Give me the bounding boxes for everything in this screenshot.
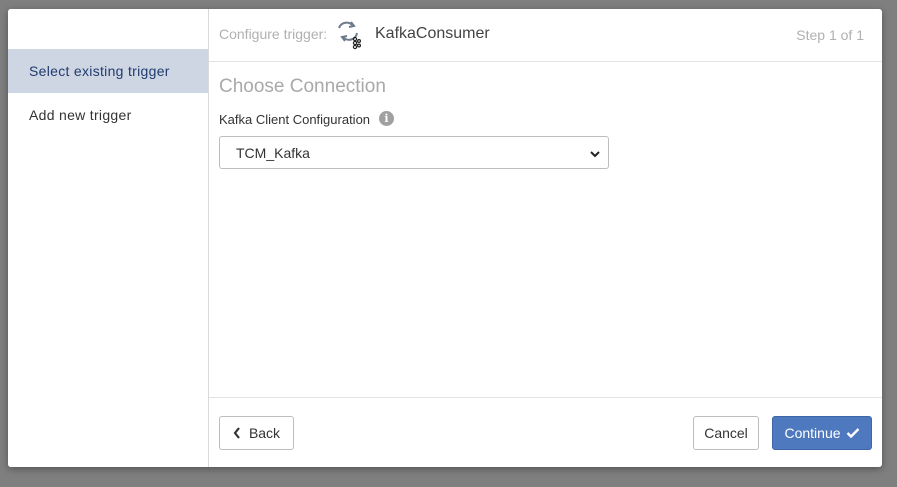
continue-button-label: Continue (784, 425, 841, 441)
chevron-left-icon (233, 427, 241, 439)
select-value: TCM_Kafka (236, 145, 310, 161)
dialog-header: Configure trigger: KafkaConsumer Step 1 … (209, 9, 882, 62)
kafka-trigger-icon (331, 20, 365, 50)
cancel-button-label: Cancel (704, 425, 748, 441)
back-button[interactable]: Back (219, 416, 294, 450)
sidebar: Select existing trigger Add new trigger (8, 9, 209, 467)
kafka-client-configuration-select[interactable]: TCM_Kafka (219, 136, 609, 169)
main-panel: Configure trigger: KafkaConsumer Step 1 … (209, 9, 882, 467)
chevron-down-icon (589, 147, 601, 159)
step-indicator: Step 1 of 1 (796, 27, 864, 43)
info-icon[interactable]: i (379, 111, 394, 126)
configure-trigger-label: Configure trigger: (219, 26, 328, 42)
cancel-button[interactable]: Cancel (693, 416, 759, 450)
dialog-footer: Back Cancel Continue (209, 397, 882, 467)
back-button-label: Back (248, 425, 281, 441)
section-title: Choose Connection (219, 76, 386, 97)
trigger-name: KafkaConsumer (375, 25, 490, 42)
sidebar-item-select-existing-trigger[interactable]: Select existing trigger (8, 49, 208, 93)
continue-button[interactable]: Continue (772, 416, 872, 450)
check-icon (846, 427, 860, 439)
field-label: Kafka Client Configuration (219, 112, 371, 127)
sidebar-item-add-new-trigger[interactable]: Add new trigger (8, 93, 208, 137)
configure-trigger-dialog: Select existing trigger Add new trigger … (8, 9, 882, 467)
